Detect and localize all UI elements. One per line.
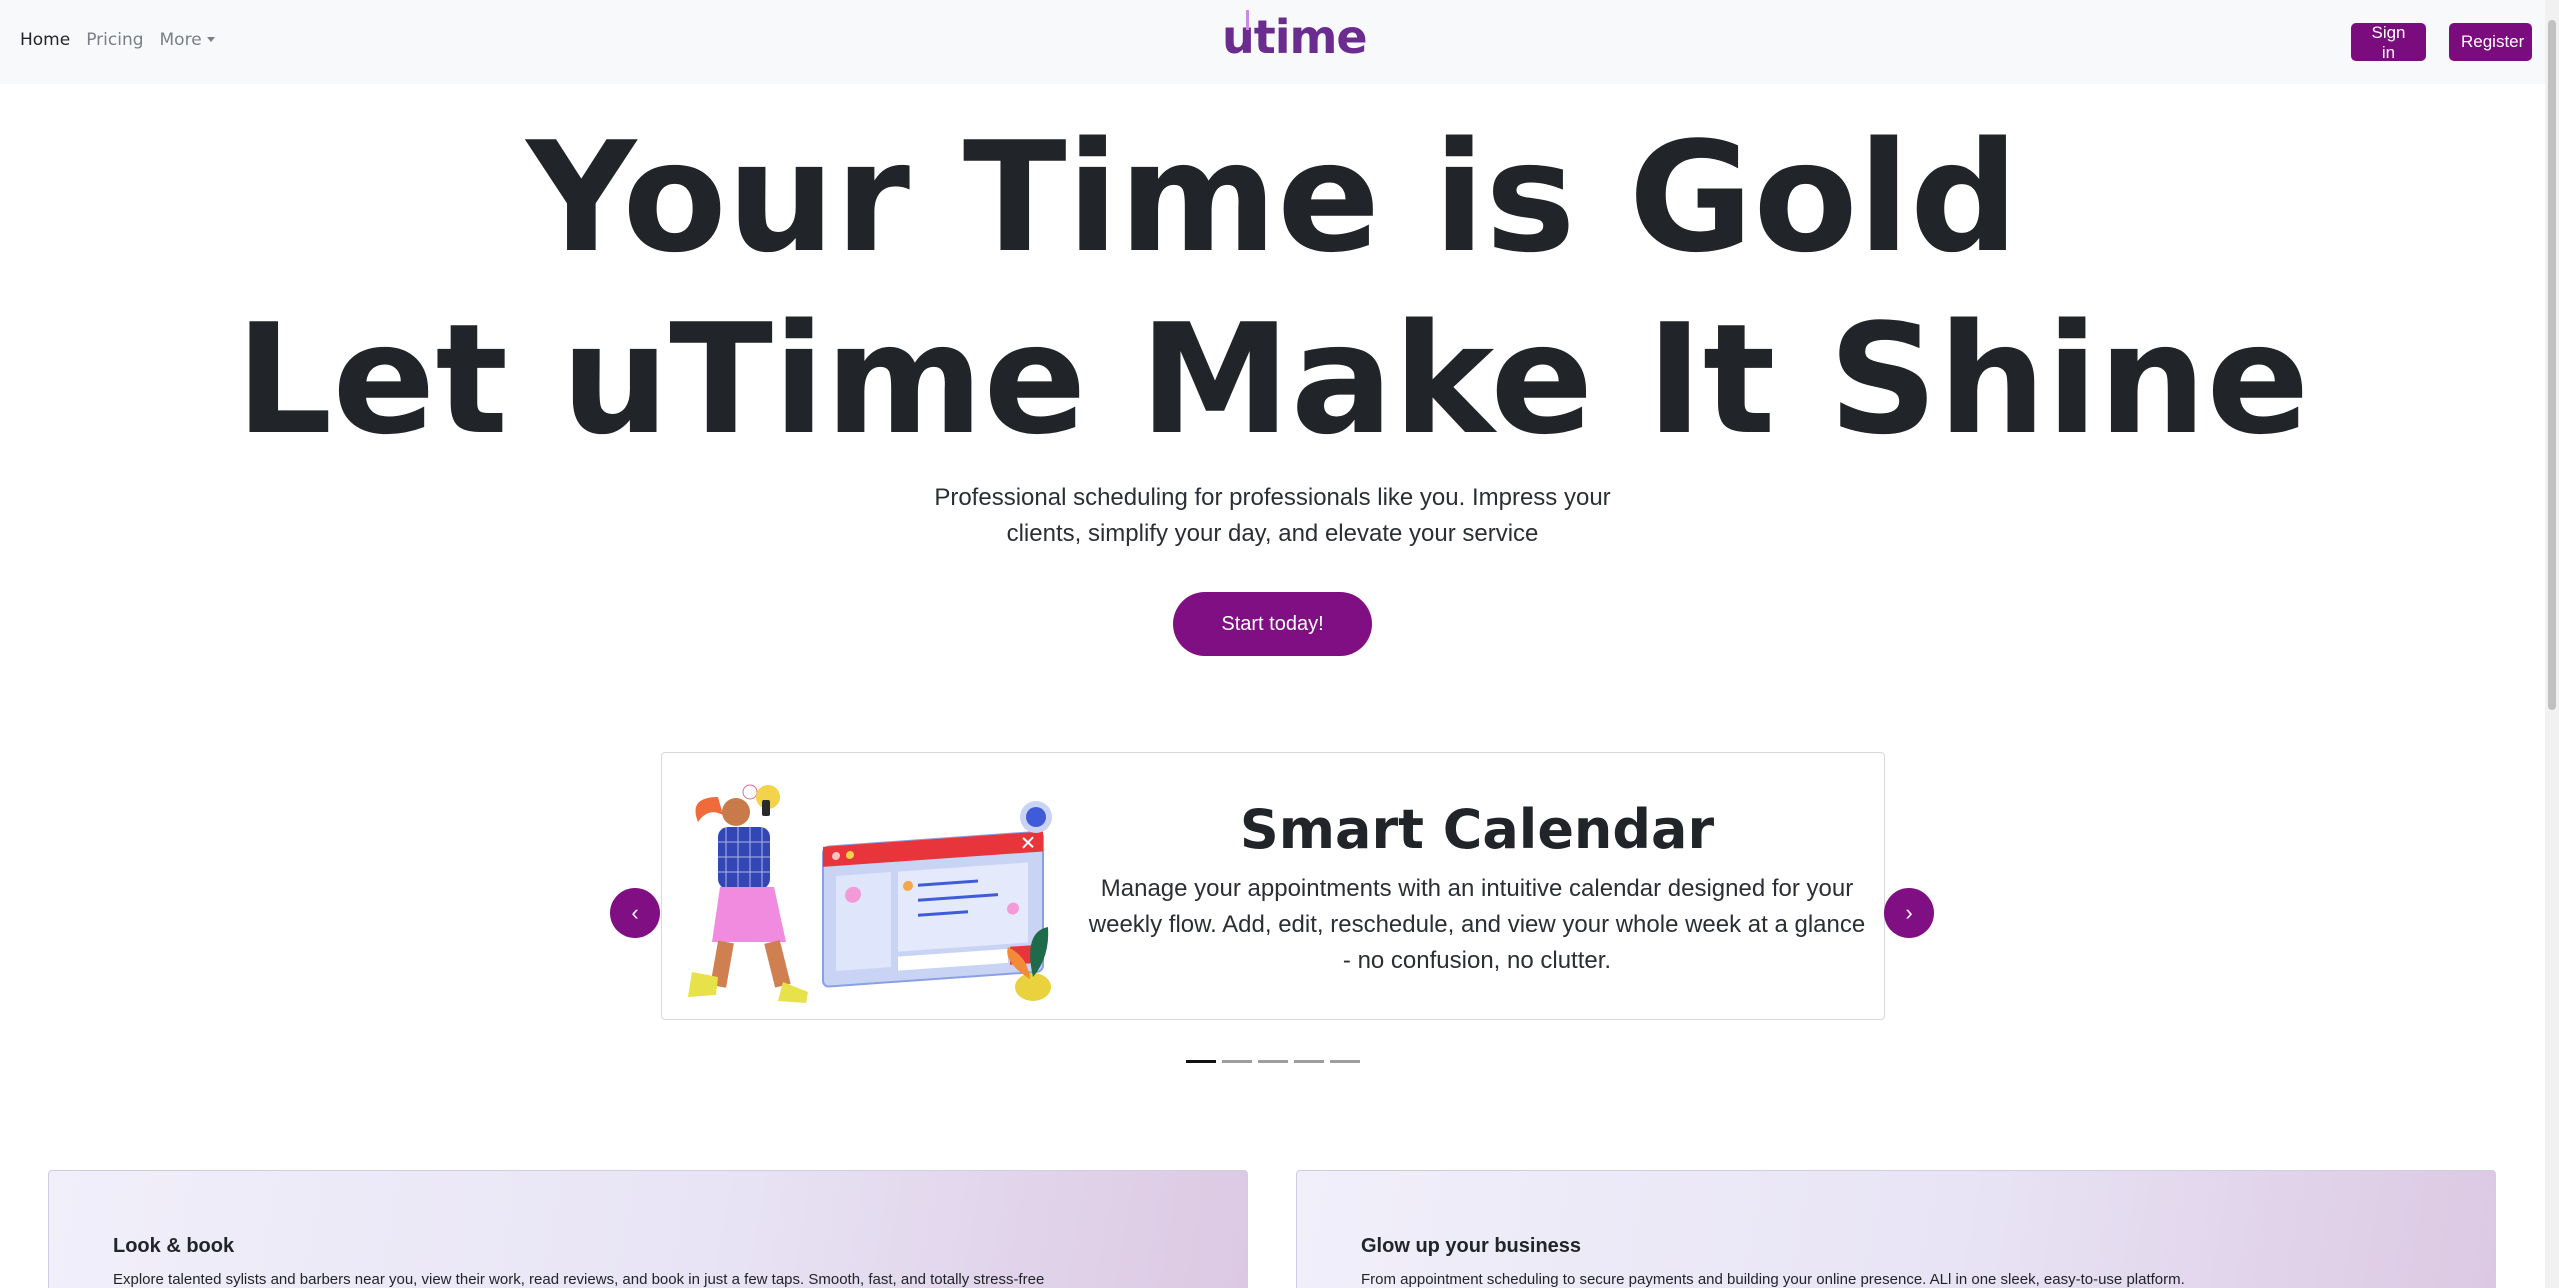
chevron-right-icon: › <box>1905 900 1913 925</box>
slide-description: Manage your appointments with an intuiti… <box>1088 875 1866 974</box>
scrollbar-thumb[interactable] <box>2548 20 2556 710</box>
carousel-next-button[interactable]: › <box>1884 888 1934 938</box>
logo-text: utime <box>1222 10 1368 64</box>
top-navbar: Home Pricing More utime Sign in Register <box>0 0 2545 84</box>
card-text: Explore talented sylists and barbers nea… <box>113 1271 1045 1288</box>
sign-in-button[interactable]: Sign in <box>2351 23 2426 62</box>
card-title: Look & book <box>113 1235 235 1257</box>
nav-links: Home Pricing More <box>20 30 215 50</box>
utime-logo[interactable]: utime <box>1222 10 1368 64</box>
feature-card-glow-up: Glow up your business From appointment s… <box>1296 1170 2496 1288</box>
nav-home-link[interactable]: Home <box>20 30 70 50</box>
card-title: Glow up your business <box>1361 1235 1582 1257</box>
register-button[interactable]: Register <box>2449 23 2532 61</box>
feature-card-look-and-book: Look & book Explore talented sylists and… <box>48 1170 1248 1288</box>
chevron-left-icon: ‹ <box>631 900 639 925</box>
carousel-indicator-3[interactable] <box>1258 1060 1288 1063</box>
feature-carousel: Smart Calendar Manage your appointments … <box>661 752 1885 1020</box>
logo-accent <box>1246 10 1249 30</box>
page-scrollbar[interactable] <box>2545 0 2559 1288</box>
carousel-indicator-1[interactable] <box>1186 1060 1216 1063</box>
hero-headline-line-1: Your Time is Gold <box>526 109 2019 286</box>
nav-pricing-link[interactable]: Pricing <box>86 30 143 50</box>
carousel-indicator-4[interactable] <box>1294 1060 1324 1063</box>
start-today-button[interactable]: Start today! <box>1173 592 1372 656</box>
nav-more-label: More <box>159 30 202 50</box>
slide-title: Smart Calendar <box>1239 798 1715 861</box>
carousel-indicator-5[interactable] <box>1330 1060 1360 1063</box>
hero-subtitle: Professional scheduling for professional… <box>934 484 1611 547</box>
carousel-prev-button[interactable]: ‹ <box>610 888 660 938</box>
hero-headline-line-2: Let uTime Make It Shine <box>235 291 2310 468</box>
carousel-indicator-2[interactable] <box>1222 1060 1252 1063</box>
caret-down-icon <box>206 37 215 42</box>
calendar-illustration <box>688 784 1052 1003</box>
card-text: From appointment scheduling to secure pa… <box>1361 1271 2185 1288</box>
carousel-indicators <box>1186 1060 1360 1063</box>
nav-more-dropdown[interactable]: More <box>160 30 215 50</box>
